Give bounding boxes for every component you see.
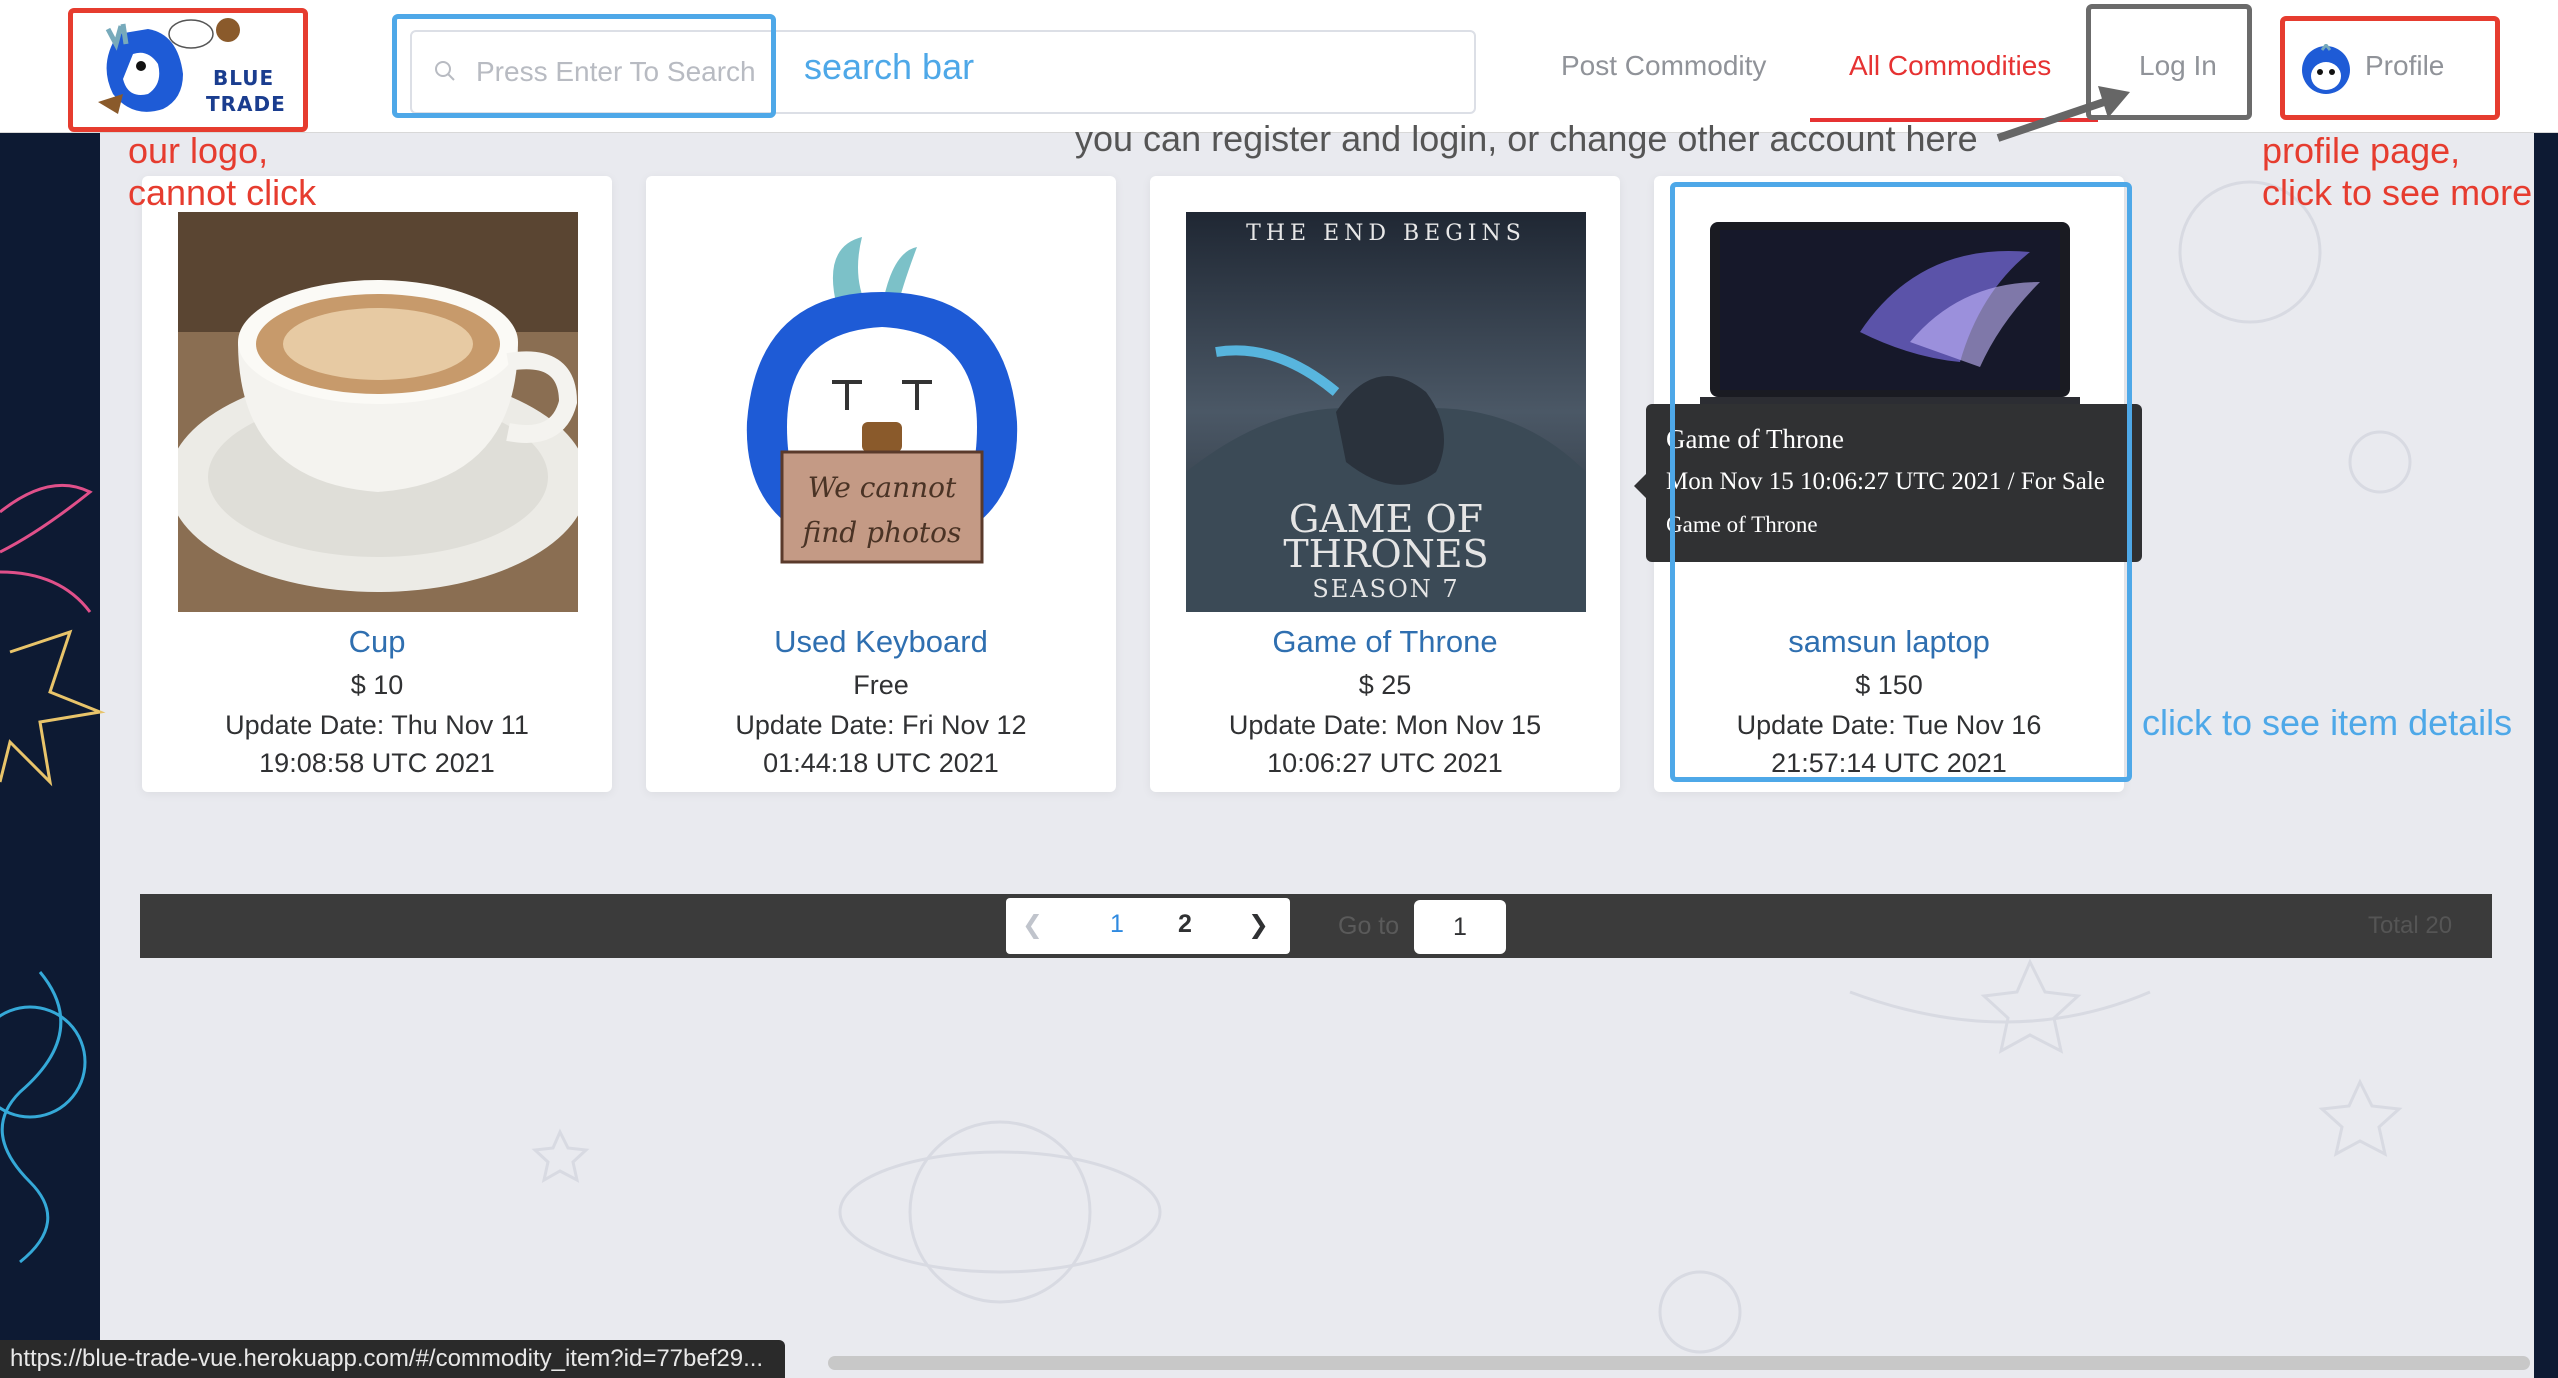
coffee-cup-image [178,212,578,612]
page-1-button[interactable]: 1 [1110,910,1124,939]
search-annotation-text: search bar [804,46,975,87]
pagination-bar [140,894,2492,958]
product-price: $ 10 [350,670,404,700]
product-price: $ 25 [1358,670,1412,700]
product-card-used-keyboard[interactable]: We cannot find photos Used Keyboard Free… [646,176,1116,792]
status-bar-url: https://blue-trade-vue.herokuapp.com/#/c… [0,1340,786,1378]
poster-title-line3: SEASON 7 [1312,575,1459,603]
profile-annotation-text: profile page, click to see more [2262,130,2533,213]
total-count: Total 20 [2368,912,2453,939]
product-name[interactable]: Game of Throne [1150,624,1620,660]
mascot-sign-line1: We cannot [808,471,957,504]
prev-page-button[interactable]: ❮ [1022,910,1043,940]
horizontal-scrollbar[interactable] [828,1356,2530,1370]
product-card-cup[interactable]: Cup $ 10 Update Date: Thu Nov 11 19:08:5… [142,176,612,792]
page-2-button[interactable]: 2 [1178,910,1192,939]
product-date: Update Date: Thu Nov 11 19:08:58 UTC 202… [225,710,529,778]
no-photo-mascot-image: We cannot find photos [682,212,1082,612]
logo-annotation-text: our logo, cannot click [128,130,317,213]
poster-tagline: THE END BEGINS [1246,221,1526,246]
product-price: Free [853,670,909,700]
product-name[interactable]: Cup [142,624,612,660]
product-image-game-of-throne[interactable]: THE END BEGINS GAME OF THRONES SEASON 7 [1186,212,1586,612]
product-image-used-keyboard[interactable]: We cannot find photos [682,212,1082,612]
product-image-cup[interactable] [178,212,578,612]
nav-post-commodity[interactable]: Post Commodity [1561,38,1766,94]
profile-annotation-box [2280,16,2500,120]
got-poster-image: THE END BEGINS GAME OF THRONES SEASON 7 [1186,212,1586,612]
product-date: Update Date: Fri Nov 12 01:44:18 UTC 202… [735,710,1027,778]
product-card-game-of-throne[interactable]: THE END BEGINS GAME OF THRONES SEASON 7 … [1150,176,1620,792]
logo-annotation-box [68,8,308,132]
product-name[interactable]: Used Keyboard [646,624,1116,660]
poster-title-line2: THRONES [1283,532,1488,576]
goto-page-input[interactable]: 1 [1414,900,1506,954]
item-annotation-box [1670,182,2132,782]
login-annotation-text: you can register and login, or change ot… [1075,118,1978,159]
tooltip-arrow [1634,474,1646,498]
product-date: Update Date: Mon Nov 15 10:06:27 UTC 202… [1228,710,1542,778]
item-annotation-text: click to see item details [2142,702,2513,743]
pagination-controls: ❮ 1 2 ❯ [1006,898,1290,954]
goto-label: Go to [1338,912,1400,940]
next-page-button[interactable]: ❯ [1248,910,1269,940]
search-annotation-box [392,14,776,118]
mascot-sign-line2: find photos [801,516,962,549]
login-annotation-arrow [1996,86,2130,142]
